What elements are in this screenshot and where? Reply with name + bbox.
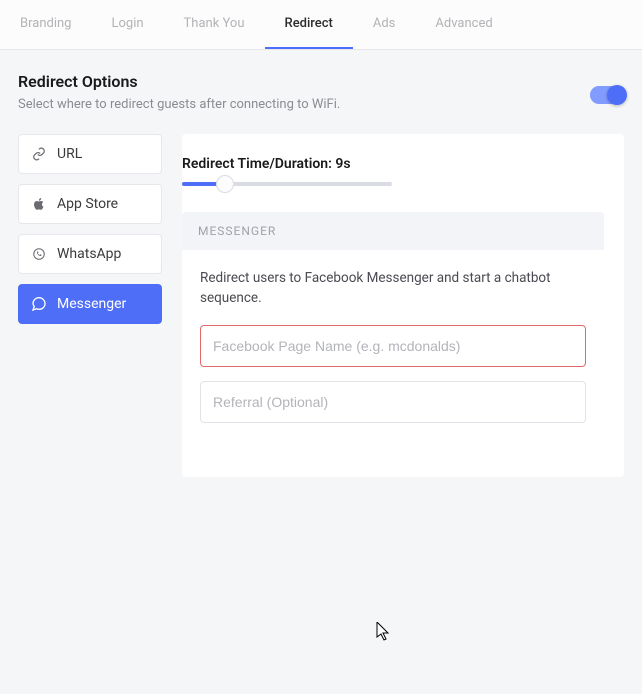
- link-icon: [31, 146, 47, 162]
- redirect-enabled-toggle[interactable]: [590, 86, 624, 104]
- sidebar-item-label: App Store: [57, 196, 118, 212]
- sidebar-item-whatsapp[interactable]: WhatsApp: [18, 234, 162, 274]
- sidebar-item-url[interactable]: URL: [18, 134, 162, 174]
- mouse-cursor: [376, 622, 390, 642]
- page-subtitle: Select where to redirect guests after co…: [18, 97, 340, 112]
- slider-thumb[interactable]: [216, 175, 234, 193]
- apple-icon: [31, 196, 47, 212]
- tab-advanced[interactable]: Advanced: [415, 0, 512, 49]
- slider-value: 9s: [335, 156, 350, 172]
- messenger-panel: MESSENGER Redirect users to Facebook Mes…: [182, 212, 604, 447]
- sidebar-item-label: URL: [57, 146, 82, 162]
- whatsapp-icon: [31, 246, 47, 262]
- redirect-duration-slider[interactable]: [182, 182, 392, 186]
- page-title: Redirect Options: [18, 72, 340, 91]
- facebook-page-name-input[interactable]: [200, 325, 586, 367]
- sidebar-item-app-store[interactable]: App Store: [18, 184, 162, 224]
- main-panel: Redirect Time/Duration: 9s MESSENGER Red…: [182, 134, 624, 477]
- tab-redirect[interactable]: Redirect: [265, 0, 353, 49]
- tab-login[interactable]: Login: [91, 0, 163, 49]
- tab-thank-you[interactable]: Thank You: [164, 0, 265, 49]
- header-section: Redirect Options Select where to redirec…: [0, 50, 642, 134]
- sidebar-item-label: Messenger: [57, 296, 126, 312]
- tab-bar: Branding Login Thank You Redirect Ads Ad…: [0, 0, 642, 50]
- tab-branding[interactable]: Branding: [0, 0, 91, 49]
- sidebar-item-label: WhatsApp: [57, 246, 121, 262]
- sidebar-item-messenger[interactable]: Messenger: [18, 284, 162, 324]
- panel-title: MESSENGER: [182, 212, 604, 250]
- redirect-type-sidebar: URL App Store WhatsApp Messenger: [18, 134, 162, 477]
- chat-icon: [31, 296, 47, 312]
- referral-input[interactable]: [200, 381, 586, 423]
- panel-description: Redirect users to Facebook Messenger and…: [200, 268, 586, 309]
- slider-label: Redirect Time/Duration: 9s: [182, 156, 624, 182]
- tab-ads[interactable]: Ads: [353, 0, 416, 49]
